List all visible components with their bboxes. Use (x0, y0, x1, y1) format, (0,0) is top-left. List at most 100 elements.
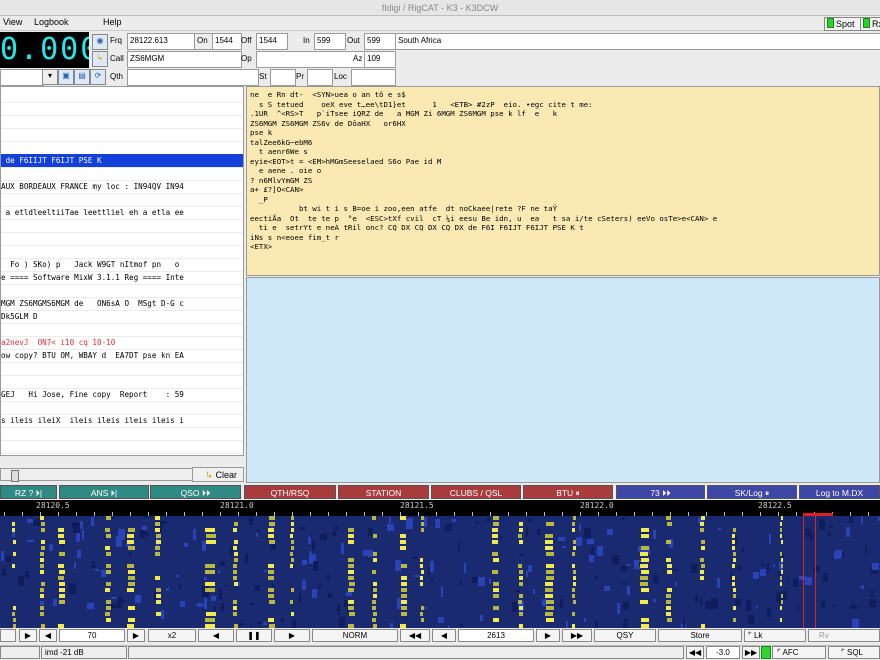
lock-toggle[interactable]: ⌜ Lk (744, 629, 806, 642)
spot-indicator[interactable]: Spot (824, 17, 862, 31)
rst-in-field[interactable]: 599 (314, 33, 346, 50)
rx-line[interactable] (1, 323, 243, 337)
menu-logbook[interactable]: Logbook (34, 17, 69, 27)
step-right-button[interactable]: ▶ (19, 629, 37, 642)
province-field[interactable] (307, 69, 333, 86)
rx-line[interactable] (1, 128, 243, 142)
locator-field[interactable] (351, 69, 396, 86)
level-up-button[interactable]: ▶ (127, 629, 145, 642)
next-button[interactable]: ▶ (274, 629, 310, 642)
mode-select[interactable] (0, 69, 44, 86)
signal-trace (700, 528, 704, 532)
sql-toggle[interactable]: ⌜ SQL (828, 646, 880, 659)
clear-log-icon[interactable]: ⟳ (90, 69, 106, 85)
receive-text-pane[interactable]: de F6IIJT F6IJT PSE K AUX BORDEAUX FRANCE… (0, 86, 244, 456)
rx-line[interactable] (1, 115, 243, 129)
rx-line[interactable] (1, 284, 243, 298)
level-field[interactable]: 70 (59, 629, 125, 642)
call-lookup-icon[interactable]: ↳ (92, 51, 108, 67)
off-time-field[interactable]: 1544 (256, 33, 288, 50)
prev-button[interactable]: ◀ (198, 629, 234, 642)
rx-line[interactable] (1, 193, 243, 207)
macro-button[interactable]: BTU ⏸ (523, 485, 613, 499)
store-button[interactable]: Store (658, 629, 742, 642)
mode-button[interactable]: NORM (312, 629, 398, 642)
az-field[interactable]: 109 (364, 51, 396, 68)
rx-line[interactable]: Dk5GLM D (1, 310, 243, 324)
back-button[interactable]: ◀ (432, 629, 456, 642)
rx-line[interactable] (1, 440, 243, 454)
frq-field[interactable]: 28122.613 (127, 33, 196, 50)
status-message (128, 646, 684, 659)
rx-line[interactable] (1, 427, 243, 441)
offset-down-fast-button[interactable]: ◀◀ (686, 646, 704, 659)
rx-line[interactable] (1, 375, 243, 389)
step-left-button[interactable]: ◀ (39, 629, 57, 642)
rx-line[interactable] (1, 102, 243, 116)
fast-forward-button[interactable]: ▶▶ (562, 629, 592, 642)
rig-icon[interactable]: ▣ (58, 69, 74, 85)
rx-line[interactable] (1, 89, 243, 103)
forward-button[interactable]: ▶ (536, 629, 560, 642)
menu-view[interactable]: View (3, 17, 22, 27)
reverse-toggle[interactable]: Rv (808, 629, 880, 642)
macro-button[interactable]: CLUBS / QSL (431, 485, 521, 499)
rx-line[interactable] (1, 232, 243, 246)
frequency-display[interactable]: 0.000 (0, 32, 89, 68)
rx-line[interactable]: AUX BORDEAUX FRANCE my loc : IN94QV IN94 (1, 180, 243, 194)
carrier-field[interactable]: 2613 (458, 629, 534, 642)
rx-line[interactable]: a2nevJ ON7< i10 cq 10-10 (1, 336, 243, 350)
offset-up-fast-button[interactable]: ▶▶ (742, 646, 760, 659)
log-icon[interactable]: ▤ (74, 69, 90, 85)
rx-line[interactable] (1, 141, 243, 155)
rx-line[interactable] (1, 245, 243, 259)
country-field[interactable]: South Africa (395, 33, 880, 50)
afc-toggle[interactable]: ⌜ AFC (772, 646, 826, 659)
noise-speck (675, 582, 677, 586)
macro-button[interactable]: QTH/RSQ (244, 485, 336, 499)
rx-line[interactable]: e ==== Software MixW 3.1.1 Reg ==== Inte (1, 271, 243, 285)
rst-out-field[interactable]: 599 (364, 33, 396, 50)
rx-line[interactable] (1, 362, 243, 376)
macro-button[interactable]: 73 ⏵⏵ (616, 485, 705, 499)
dropdown-arrow-icon[interactable]: ▾ (42, 69, 58, 85)
rx-line[interactable]: s ileis ileiX ileis ileis ileis ileis i (1, 414, 243, 428)
rx-line[interactable]: MGM ZS6MGMS6MGM de ON6sA O MSgt D-G c (1, 297, 243, 311)
rx-line[interactable]: ow copy? BTU OM, WBAY d EA7DT pse kn EA (1, 349, 243, 363)
scrollbar[interactable] (0, 468, 202, 482)
rx-indicator[interactable]: Rx (860, 17, 880, 31)
rx-line[interactable] (1, 401, 243, 415)
rx-line[interactable]: Fo ) SKo) p Jack W9GT nItmof pn o (1, 258, 243, 272)
wf-field-left[interactable] (0, 629, 16, 642)
freq-lookup-icon[interactable]: ◉ (92, 34, 108, 50)
noise-speck (82, 530, 84, 539)
macro-button[interactable]: SK/Log ⏸ (707, 485, 797, 499)
scrollbar-thumb[interactable] (11, 470, 19, 482)
fast-back-button[interactable]: ◀◀ (400, 629, 430, 642)
qsy-button[interactable]: QSY (594, 629, 656, 642)
macro-button[interactable]: RZ ? ⏵| (0, 485, 57, 499)
rx-line[interactable] (1, 219, 243, 233)
clear-button[interactable]: ↳ Clear (192, 467, 244, 482)
macro-button[interactable]: Log to M.DX (799, 485, 880, 499)
offset-field[interactable]: -3.0 (706, 646, 740, 659)
macro-button[interactable]: STATION (338, 485, 429, 499)
rx-line[interactable]: de F6IIJT F6IJT PSE K (1, 154, 243, 168)
menu-help[interactable]: Help (103, 17, 122, 27)
waterfall[interactable] (0, 516, 880, 628)
on-time-field[interactable]: 1544 (212, 33, 242, 50)
signal-trace (781, 600, 783, 604)
noise-speck (135, 595, 141, 603)
call-field[interactable]: ZS6MGM (127, 51, 242, 68)
state-field[interactable] (270, 69, 296, 86)
rx-line[interactable] (1, 167, 243, 181)
transmit-text-pane[interactable]: ne e Rn dt- <SYN>uea o an tô e s$ s S te… (246, 86, 880, 276)
zoom-button[interactable]: x2 (148, 629, 196, 642)
signal-trace (573, 540, 576, 544)
qth-field[interactable] (127, 69, 259, 86)
rx-line[interactable]: a etldleeltiiTae leettliel eh a etla ee (1, 206, 243, 220)
macro-button[interactable]: ANS ⏵| (59, 485, 149, 499)
pause-button[interactable]: ❚❚ (236, 629, 272, 642)
rx-line[interactable]: GEJ Hi Jose, Fine copy Report : 59 (1, 388, 243, 402)
macro-button[interactable]: QSO ⏵⏵ (150, 485, 241, 499)
